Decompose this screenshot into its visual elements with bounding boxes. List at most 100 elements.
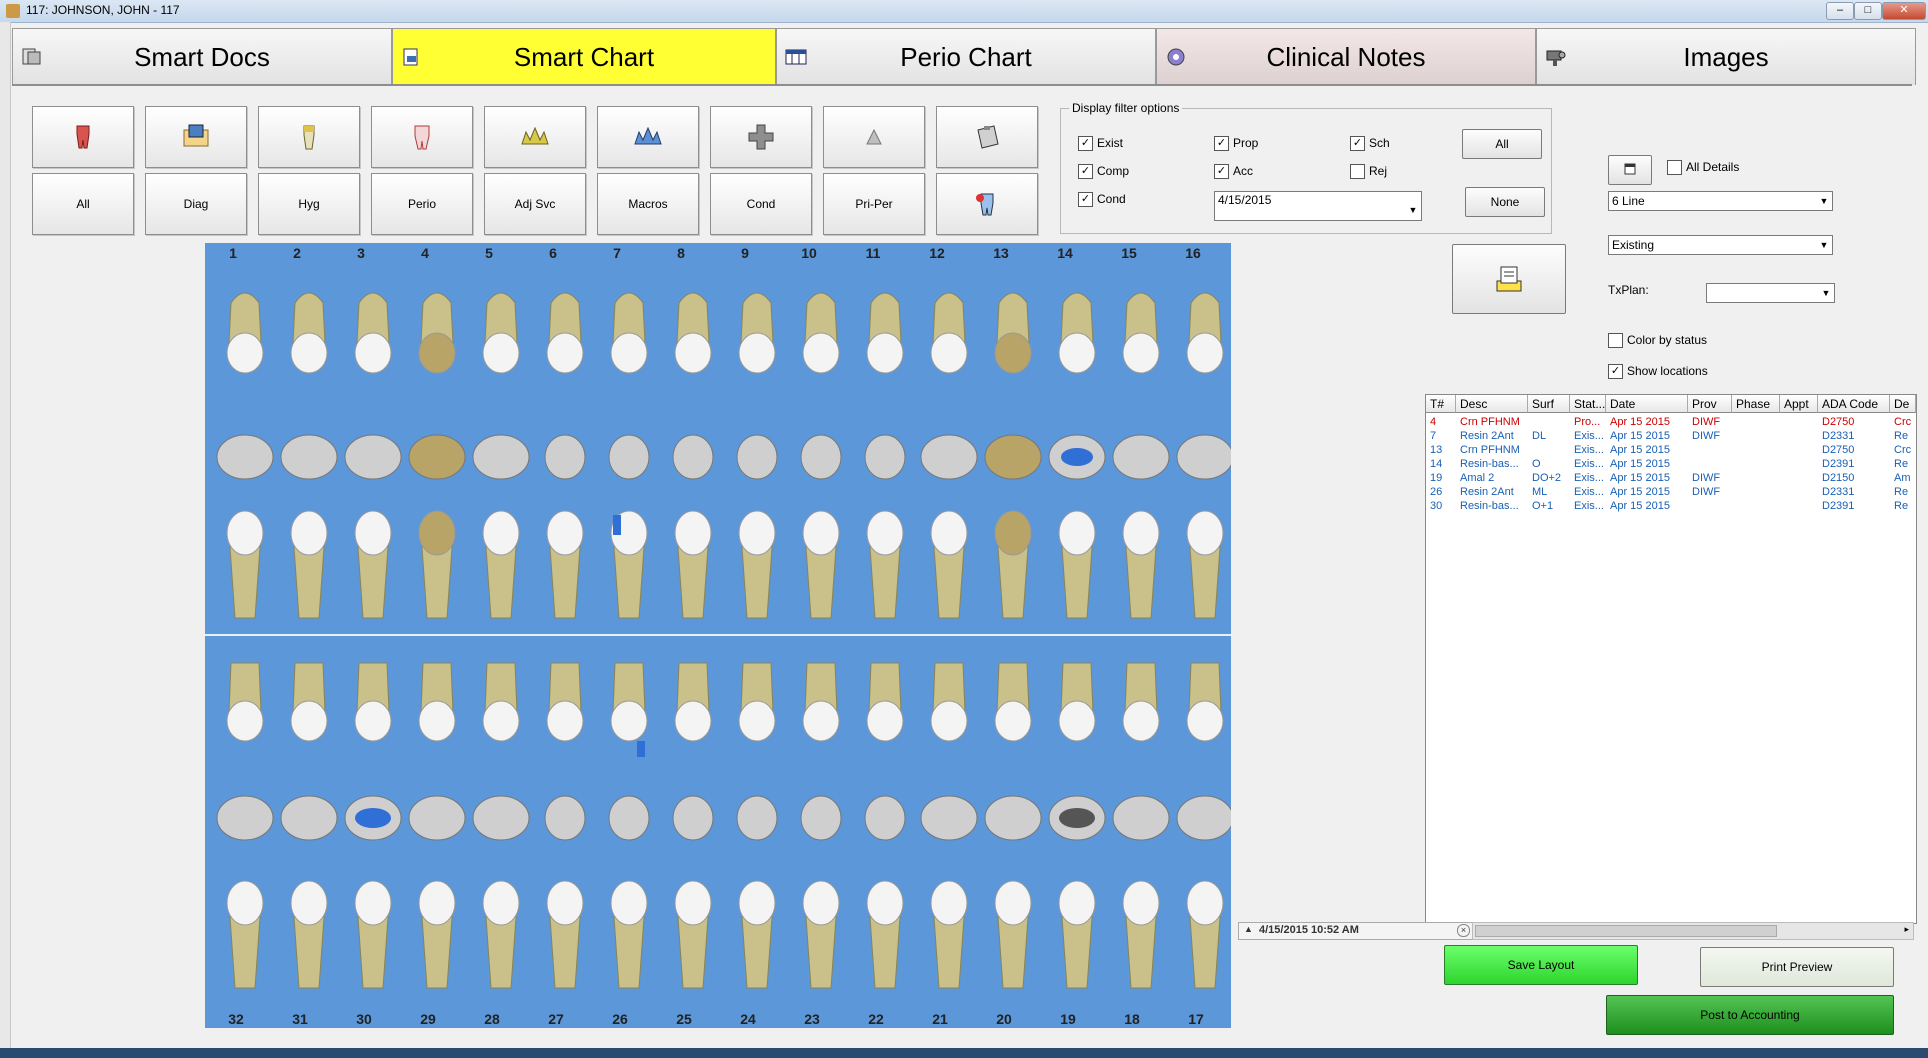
lower-crown[interactable] — [354, 880, 392, 926]
lower-occlusal[interactable] — [736, 795, 778, 841]
perio-tooth-button[interactable] — [371, 106, 473, 168]
upper-occlusal[interactable] — [408, 434, 466, 480]
lower-lingual-crown[interactable] — [1186, 700, 1224, 742]
procedures-grid[interactable]: T# Desc Surf Stat... Date Prov Phase Appt ADA Co… — [1425, 394, 1917, 924]
lower-crown[interactable] — [738, 880, 776, 926]
lower-lingual-crown[interactable] — [290, 700, 328, 742]
print-preview-button[interactable]: Print Preview — [1700, 947, 1894, 987]
upper-occlusal[interactable] — [800, 434, 842, 480]
lower-lingual-crown[interactable] — [354, 700, 392, 742]
tooth-paint-button[interactable] — [936, 173, 1038, 235]
grid-header-cell[interactable]: Stat... — [1570, 395, 1606, 413]
close-button[interactable]: ✕ — [1882, 2, 1926, 20]
upper-crown[interactable] — [482, 332, 520, 374]
upper-crown[interactable] — [674, 332, 712, 374]
filter-date-select[interactable]: 4/15/2015 ▼ — [1214, 191, 1422, 221]
upper-crown[interactable] — [546, 332, 584, 374]
table-row[interactable]: 4 Crn PFHNM Pro... Apr 15 2015 DIWF D2750 Crc — [1426, 415, 1916, 429]
odontogram-chart[interactable]: 1 2 3 4 5 6 7 8 9 10 11 12 13 14 15 16 32 31 30 29 28 27 26 25… — [205, 243, 1231, 1028]
save-layout-button[interactable]: Save Layout — [1444, 945, 1638, 985]
upper-crown[interactable] — [1122, 332, 1160, 374]
upper-lingual-crown[interactable] — [354, 510, 392, 556]
lower-occlusal[interactable] — [672, 795, 714, 841]
lower-lingual-crown[interactable] — [1122, 700, 1160, 742]
upper-lingual-crown[interactable] — [1122, 510, 1160, 556]
upper-lingual-crown[interactable] — [1186, 510, 1224, 556]
grid-horizontal-scrollbar[interactable]: ▸ — [1472, 922, 1914, 940]
filter-cond-button[interactable]: Cond — [710, 173, 812, 235]
table-row[interactable]: 7 Resin 2Ant DL Exis... Apr 15 2015 DIWF D2331… — [1426, 429, 1916, 443]
post-to-accounting-button[interactable]: Post to Accounting — [1606, 995, 1894, 1035]
filter-pri-per-button[interactable]: Pri-Per — [823, 173, 925, 235]
restoration-tooth-26[interactable] — [637, 741, 645, 757]
upper-lingual-crown[interactable] — [482, 510, 520, 556]
lower-crown[interactable] — [930, 880, 968, 926]
lower-lingual-crown[interactable] — [802, 700, 840, 742]
upper-occlusal[interactable] — [216, 434, 274, 480]
hygiene-button[interactable] — [258, 106, 360, 168]
table-row[interactable]: 26 Resin 2Ant ML Exis... Apr 15 2015 DIWF D233… — [1426, 485, 1916, 499]
upper-occlusal[interactable] — [544, 434, 586, 480]
upper-crown[interactable] — [290, 332, 328, 374]
lower-lingual-crown[interactable] — [674, 700, 712, 742]
grid-header-cell[interactable]: De — [1890, 395, 1916, 413]
upper-crown[interactable] — [738, 332, 776, 374]
table-row[interactable]: 19 Amal 2 DO+2 Exis... Apr 15 2015 DIWF D2150 A… — [1426, 471, 1916, 485]
lower-occlusal[interactable] — [800, 795, 842, 841]
grid-header-cell[interactable]: Date — [1606, 395, 1688, 413]
lower-occlusal[interactable] — [408, 795, 466, 841]
cond-checkbox[interactable]: ✓ — [1078, 192, 1093, 207]
upper-occlusal[interactable] — [984, 434, 1042, 480]
upper-lingual-crown[interactable] — [802, 510, 840, 556]
upper-crown[interactable] — [930, 332, 968, 374]
upper-occlusal[interactable] — [864, 434, 906, 480]
maximize-button[interactable]: □ — [1854, 2, 1882, 20]
filter-adj-svc-button[interactable]: Adj Svc — [484, 173, 586, 235]
lower-lingual-crown[interactable] — [482, 700, 520, 742]
upper-crown[interactable] — [1186, 332, 1224, 374]
grid-header-cell[interactable]: Prov — [1688, 395, 1732, 413]
upper-crown[interactable] — [354, 332, 392, 374]
lower-crown[interactable] — [610, 880, 648, 926]
tab-perio-chart[interactable]: Perio Chart — [776, 28, 1156, 85]
scroll-right-icon[interactable]: ▸ — [1904, 924, 1909, 935]
restoration-tooth-14[interactable] — [1061, 448, 1093, 466]
lower-lingual-crown[interactable] — [866, 700, 904, 742]
rej-checkbox[interactable] — [1350, 164, 1365, 179]
tab-images[interactable]: Images — [1536, 28, 1916, 85]
lower-lingual-crown[interactable] — [738, 700, 776, 742]
table-row[interactable]: 13 Crn PFHNM Exis... Apr 15 2015 D2750 Crc — [1426, 443, 1916, 457]
upper-crown[interactable] — [994, 332, 1032, 374]
print-chart-button[interactable] — [1452, 244, 1566, 314]
upper-occlusal[interactable] — [608, 434, 650, 480]
chart-date-bar[interactable]: ▲ 4/15/2015 10:52 AM × — [1238, 922, 1474, 940]
restoration-tooth-19[interactable] — [1059, 808, 1095, 828]
status-select[interactable]: Existing ▼ — [1608, 235, 1833, 255]
condition-button[interactable] — [710, 106, 812, 168]
pre-perio-button[interactable] — [823, 106, 925, 168]
upper-occlusal[interactable] — [736, 434, 778, 480]
sch-checkbox[interactable]: ✓ — [1350, 136, 1365, 151]
filter-all-toggle-button[interactable]: All — [1462, 129, 1542, 159]
lower-crown[interactable] — [1186, 880, 1224, 926]
upper-lingual-crown[interactable] — [738, 510, 776, 556]
upper-lingual-crown[interactable] — [994, 510, 1032, 556]
prop-checkbox[interactable]: ✓ — [1214, 136, 1229, 151]
upper-lingual-crown[interactable] — [546, 510, 584, 556]
upper-lingual-crown[interactable] — [418, 510, 456, 556]
details-toggle-button[interactable] — [1608, 155, 1652, 185]
grid-header-cell[interactable]: ADA Code — [1818, 395, 1890, 413]
lower-lingual-crown[interactable] — [994, 700, 1032, 742]
restoration-tooth-7[interactable] — [613, 515, 621, 535]
lower-crown[interactable] — [866, 880, 904, 926]
upper-lingual-crown[interactable] — [674, 510, 712, 556]
filter-hyg-button[interactable]: Hyg — [258, 173, 360, 235]
color-by-status-checkbox[interactable] — [1608, 333, 1623, 348]
filter-all-button[interactable]: All — [32, 173, 134, 235]
upper-lingual-crown[interactable] — [226, 510, 264, 556]
clear-icon[interactable]: × — [1457, 924, 1470, 937]
upper-lingual-crown[interactable] — [866, 510, 904, 556]
table-row[interactable]: 14 Resin-bas... O Exis... Apr 15 2015 D2391 Re — [1426, 457, 1916, 471]
lower-crown[interactable] — [1122, 880, 1160, 926]
lower-occlusal[interactable] — [608, 795, 650, 841]
